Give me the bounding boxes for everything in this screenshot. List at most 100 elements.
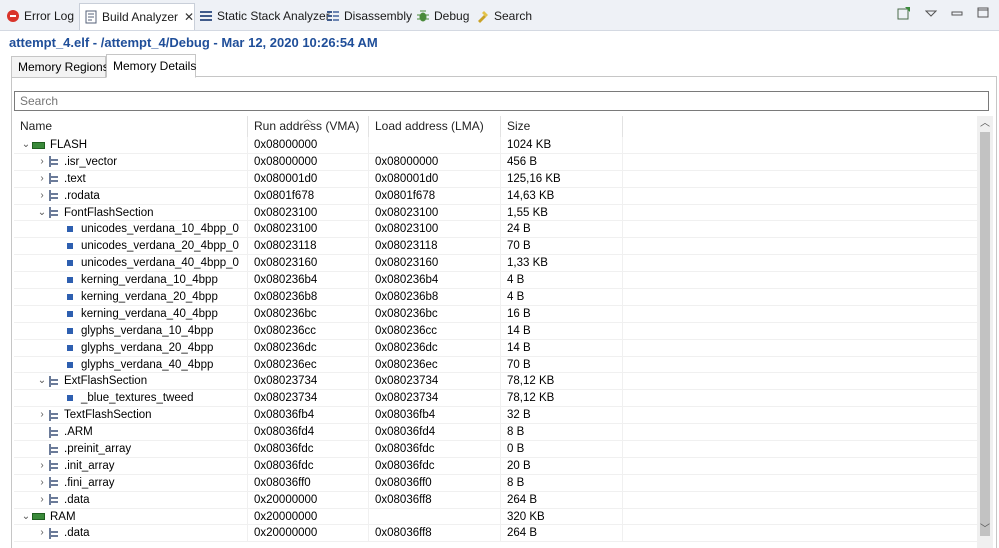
expand-chevron-icon[interactable]: › xyxy=(36,407,48,423)
run-address-cell: 0x08036fd4 xyxy=(248,424,369,441)
table-row[interactable]: › .text 0x080001d0 0x080001d0 125,16 KB xyxy=(14,170,977,188)
load-address-cell xyxy=(369,137,501,153)
collapse-chevron-icon[interactable]: ⌄ xyxy=(20,137,32,153)
tab-memory-details[interactable]: Memory Details xyxy=(106,54,196,78)
column-header-load-address[interactable]: Load address (LMA) xyxy=(369,116,501,137)
expand-chevron-icon[interactable]: › xyxy=(36,525,48,541)
size-cell: 14 B xyxy=(501,322,623,339)
table-row[interactable]: kerning_verdana_20_4bpp 0x080236b8 0x08023… xyxy=(14,289,977,306)
name-cell: › .init_array xyxy=(14,457,248,474)
row-name: .preinit_array xyxy=(64,443,132,456)
section-icon xyxy=(48,173,59,185)
expand-chevron-icon[interactable]: › xyxy=(36,154,48,170)
load-address-cell: 0x08000000 xyxy=(369,153,501,170)
run-address-cell: 0x080001d0 xyxy=(248,170,369,187)
expand-chevron-icon[interactable]: › xyxy=(36,458,48,474)
close-icon[interactable]: ✕ xyxy=(184,10,194,24)
tab-static-stack-analyzer[interactable]: Static Stack Analyzer xyxy=(199,4,330,28)
minimize-icon[interactable] xyxy=(951,6,963,23)
row-name: _blue_textures_tweed xyxy=(81,392,194,405)
view-menu-icon[interactable] xyxy=(924,6,938,23)
row-name: unicodes_verdana_20_4bpp_0 xyxy=(81,240,239,253)
scroll-up-icon[interactable]: ︿ xyxy=(977,116,993,132)
expand-chevron-icon[interactable]: › xyxy=(36,188,48,204)
table-row[interactable]: › .fini_array 0x08036ff0 0x08036ff0 8 B xyxy=(14,474,977,492)
expand-chevron-icon[interactable]: › xyxy=(36,475,48,491)
size-cell: 8 B xyxy=(501,424,623,441)
table-row[interactable]: › .rodata 0x0801f678 0x0801f678 14,63 KB xyxy=(14,187,977,205)
table-row[interactable]: kerning_verdana_10_4bpp 0x080236b4 0x08023… xyxy=(14,272,977,290)
name-cell: unicodes_verdana_10_4bpp_0 xyxy=(14,221,248,238)
collapse-chevron-icon[interactable]: ⌄ xyxy=(36,373,48,389)
row-name: .data xyxy=(64,527,90,540)
table-row[interactable]: unicodes_verdana_40_4bpp_0 0x08023160 0x08… xyxy=(14,255,977,273)
row-name: unicodes_verdana_10_4bpp_0 xyxy=(81,223,239,236)
table-row[interactable]: unicodes_verdana_20_4bpp_0 0x08023118 0x08… xyxy=(14,238,977,256)
table-row[interactable]: unicodes_verdana_10_4bpp_0 0x08023100 0x08… xyxy=(14,221,977,239)
name-cell: ⌄ RAM xyxy=(14,508,248,525)
maximize-icon[interactable] xyxy=(977,6,989,23)
open-console-icon[interactable] xyxy=(897,6,911,23)
table-row[interactable]: ⌄ FLASH 0x08000000 1024 KB xyxy=(14,137,977,154)
table-row[interactable]: › .data 0x20000000 0x08036ff8 264 B xyxy=(14,491,977,509)
run-address-cell: 0x080236dc xyxy=(248,339,369,356)
tab-build-analyzer[interactable]: Build Analyzer ✕ xyxy=(79,3,196,30)
run-address-cell: 0x08023734 xyxy=(248,390,369,407)
symbol-icon xyxy=(67,260,73,267)
table-row[interactable]: _blue_textures_tweed 0x08023734 0x08023734… xyxy=(14,390,977,408)
run-address-cell: 0x080236ec xyxy=(248,356,369,373)
run-address-cell: 0x080236bc xyxy=(248,305,369,322)
name-cell: kerning_verdana_10_4bpp xyxy=(14,272,248,289)
table-row[interactable]: glyphs_verdana_10_4bpp 0x080236cc 0x080236… xyxy=(14,322,977,340)
vertical-scrollbar[interactable]: ︿ ﹀ xyxy=(977,116,993,548)
size-cell: 14 B xyxy=(501,339,623,356)
table-row[interactable]: .preinit_array 0x08036fdc 0x08036fdc 0 B xyxy=(14,441,977,458)
row-name: kerning_verdana_40_4bpp xyxy=(81,307,218,320)
table-row[interactable]: › .isr_vector 0x08000000 0x08000000 456 B xyxy=(14,153,977,171)
table-row[interactable]: › .data 0x20000000 0x08036ff8 264 B xyxy=(14,525,977,543)
size-cell: 14,63 KB xyxy=(501,187,623,204)
row-name: .isr_vector xyxy=(64,155,118,168)
scrollbar-thumb[interactable] xyxy=(980,132,990,536)
tab-error-log[interactable]: Error Log xyxy=(6,4,74,28)
size-cell: 78,12 KB xyxy=(501,373,623,390)
table-row[interactable]: glyphs_verdana_40_4bpp 0x080236ec 0x080236… xyxy=(14,356,977,374)
run-address-cell: 0x08023100 xyxy=(248,221,369,238)
tab-debug[interactable]: Debug xyxy=(416,4,469,28)
row-name: kerning_verdana_10_4bpp xyxy=(81,274,218,287)
expand-chevron-icon[interactable]: › xyxy=(36,492,48,508)
table-row[interactable]: › TextFlashSection 0x08036fb4 0x08036fb4 32 … xyxy=(14,407,977,425)
row-name: .fini_array xyxy=(64,476,115,489)
run-address-cell: 0x08036fdc xyxy=(248,441,369,458)
column-header-size[interactable]: Size xyxy=(501,116,623,137)
table-row[interactable]: ⌄ FontFlashSection 0x08023100 0x08023100 1,5… xyxy=(14,204,977,222)
collapse-chevron-icon[interactable]: ⌄ xyxy=(20,509,32,525)
table-row[interactable]: ⌄ ExtFlashSection 0x08023734 0x08023734 78,1… xyxy=(14,373,977,391)
scroll-down-icon[interactable]: ﹀ xyxy=(977,522,993,538)
size-cell: 20 B xyxy=(501,457,623,474)
tab-search[interactable]: Search xyxy=(476,4,532,28)
table-row[interactable]: › .init_array 0x08036fdc 0x08036fdc 20 B xyxy=(14,457,977,475)
size-cell: 70 B xyxy=(501,356,623,373)
collapse-chevron-icon[interactable]: ⌄ xyxy=(36,205,48,221)
tab-label: Error Log xyxy=(24,9,75,23)
size-cell: 125,16 KB xyxy=(501,170,623,187)
load-address-cell: 0x08036ff8 xyxy=(369,491,501,508)
load-address-cell: 0x08036fdc xyxy=(369,457,501,474)
tab-memory-regions[interactable]: Memory Regions xyxy=(11,56,109,78)
sort-indicator-icon: ︿ xyxy=(303,114,313,124)
section-icon xyxy=(48,460,59,472)
table-row[interactable]: kerning_verdana_40_4bpp 0x080236bc 0x08023… xyxy=(14,305,977,323)
table-row[interactable]: ⌄ RAM 0x20000000 320 KB xyxy=(14,508,977,526)
section-icon xyxy=(48,156,59,168)
name-cell: glyphs_verdana_40_4bpp xyxy=(14,356,248,373)
column-header-name[interactable]: Name xyxy=(14,116,248,137)
size-cell: 4 B xyxy=(501,289,623,306)
expand-chevron-icon[interactable]: › xyxy=(36,171,48,187)
tab-disassembly[interactable]: Disassembly xyxy=(326,4,412,28)
size-cell: 264 B xyxy=(501,491,623,508)
table-row[interactable]: .ARM 0x08036fd4 0x08036fd4 8 B xyxy=(14,424,977,442)
load-address-cell: 0x080236ec xyxy=(369,356,501,373)
table-row[interactable]: glyphs_verdana_20_4bpp 0x080236dc 0x080236… xyxy=(14,339,977,357)
search-input[interactable] xyxy=(14,91,989,111)
